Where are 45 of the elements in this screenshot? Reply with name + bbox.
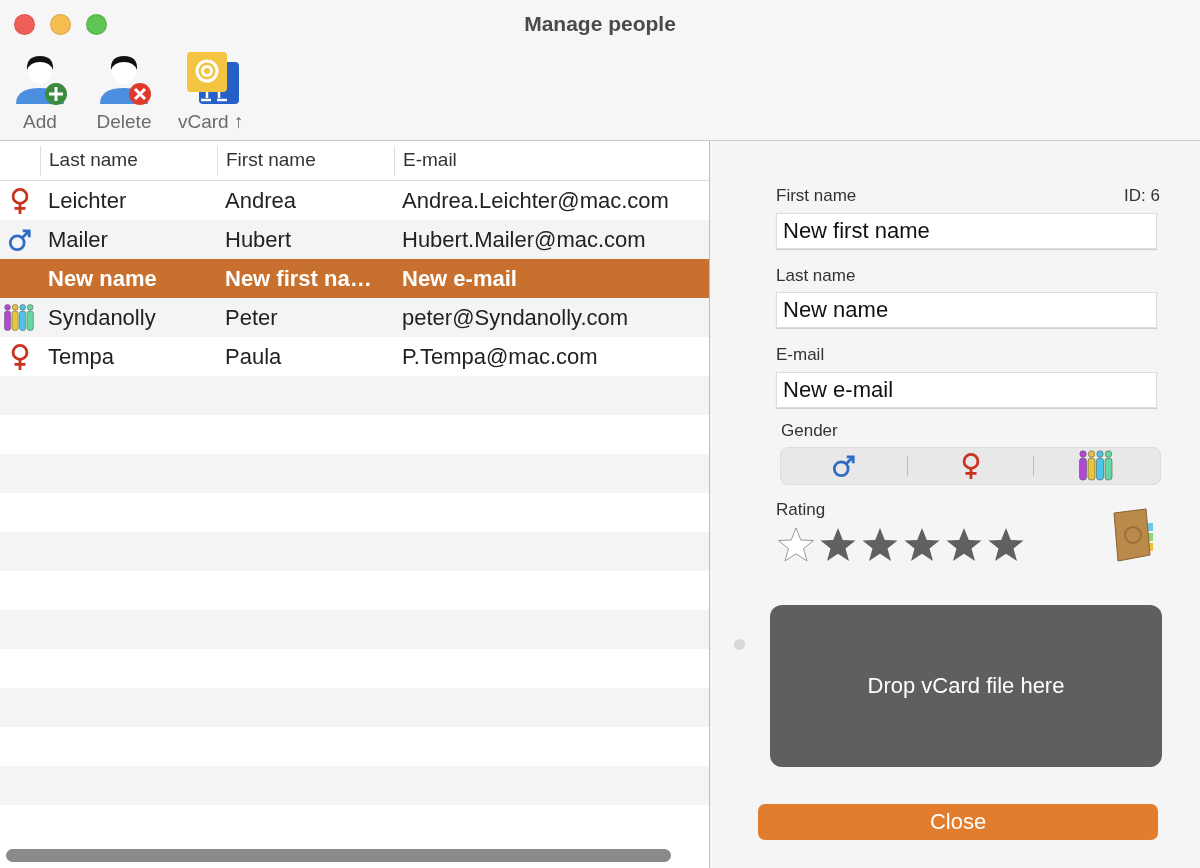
- zoom-window-button[interactable]: [86, 13, 107, 35]
- column-header[interactable]: First name: [217, 145, 394, 176]
- table-cell-text: New e-mail: [401, 265, 518, 293]
- vcard-toolbar-button[interactable]: vCard ↑: [176, 48, 246, 133]
- table-cell-text: Peter: [224, 304, 279, 332]
- text-field[interactable]: New e-mail: [776, 371, 1157, 408]
- drop-zone: Drop vCard file here: [770, 604, 1162, 767]
- people-group-icon: [1079, 450, 1116, 482]
- field-label: Rating: [776, 499, 827, 521]
- table-cell-text: Andrea.Leichter@mac.com: [401, 187, 670, 215]
- table-cell-text: Hubert: [224, 226, 293, 254]
- table-cell-text: Leichter: [47, 187, 128, 215]
- table-cell-text: Paula: [224, 343, 283, 371]
- text-field[interactable]: New first name: [776, 212, 1157, 249]
- field-label: E-mail: [776, 344, 825, 366]
- status-dot: [734, 639, 745, 650]
- column-header[interactable]: Last name: [40, 145, 217, 176]
- table-cell-text: Mailer: [47, 226, 109, 254]
- delete-toolbar-button[interactable]: Delete: [92, 48, 156, 133]
- gender-segmented-control[interactable]: [780, 447, 1161, 485]
- table-row[interactable]: Leichter Andrea Andrea.Leichter@mac.com: [0, 181, 709, 220]
- add-toolbar-button[interactable]: Add: [8, 48, 72, 133]
- record-id: ID: 6: [1124, 185, 1160, 207]
- minimize-window-button[interactable]: [50, 13, 71, 35]
- people-group-icon: [4, 302, 36, 333]
- table-cell-text: Andrea: [224, 187, 297, 215]
- horizontal-scrollbar[interactable]: [6, 849, 671, 862]
- field-label: Last name: [776, 264, 856, 287]
- table-cell-text: Hubert.Mailer@mac.com: [401, 226, 647, 254]
- field-label: Gender: [781, 419, 839, 442]
- table-cell-text: peter@Syndanolly.com: [401, 304, 630, 332]
- table-cell-text: New first na…: [224, 265, 373, 293]
- table-cell-text: Syndanolly: [47, 304, 157, 332]
- table-cell-text: P.Tempa@mac.com: [401, 343, 599, 371]
- window-title: Manage people: [524, 12, 676, 36]
- column-header[interactable]: E-mail: [394, 145, 709, 176]
- field-label: First name: [776, 185, 857, 207]
- table-cell-text: New name: [47, 265, 158, 293]
- text-field[interactable]: New name: [776, 292, 1157, 328]
- table-row[interactable]: New name New first na… New e-mail: [0, 259, 709, 298]
- table-row[interactable]: Tempa Paula P.Tempa@mac.com: [0, 337, 709, 376]
- table-row[interactable]: Mailer Hubert Hubert.Mailer@mac.com: [0, 220, 709, 259]
- table-row[interactable]: Syndanolly Peter peter@Syndanolly.com: [0, 298, 709, 337]
- table-cell-text: Tempa: [47, 343, 116, 371]
- close-window-button[interactable]: [14, 13, 35, 35]
